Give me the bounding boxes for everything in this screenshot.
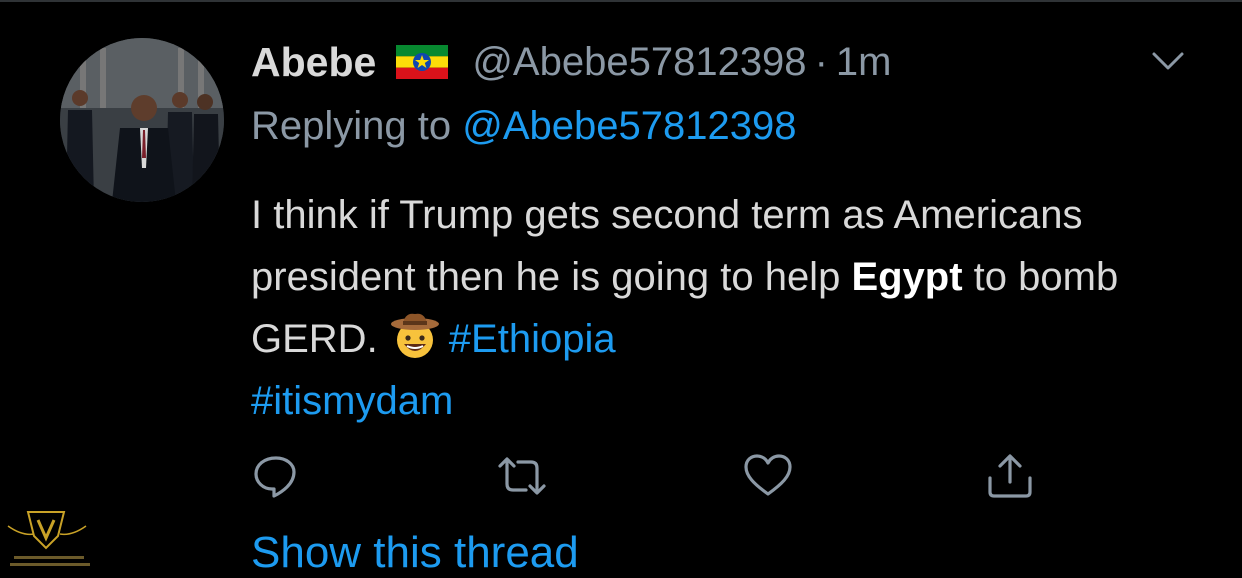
tweet-actions-bar	[0, 448, 1242, 508]
hashtag-ethiopia-link[interactable]: #Ethiopia	[449, 317, 616, 361]
replying-to-line: Replying to @Abebe57812398	[251, 104, 797, 149]
retweet-icon	[498, 457, 546, 495]
bold-word: Egypt	[851, 255, 963, 299]
reply-mention-link[interactable]: @Abebe57812398	[462, 104, 796, 148]
watermark-logo	[4, 506, 94, 570]
heart-icon	[744, 454, 792, 496]
reply-button[interactable]	[248, 448, 304, 504]
retweet-button[interactable]	[494, 448, 550, 504]
ethiopia-flag-icon	[396, 45, 449, 79]
cowboy-hat-face-emoji-icon	[389, 310, 441, 360]
replying-to-label: Replying to	[251, 104, 452, 148]
share-icon	[988, 454, 1032, 498]
avatar[interactable]	[60, 38, 224, 202]
tweet-header: Abebe @Abebe57812398 · 1m	[251, 36, 891, 88]
timestamp[interactable]: 1m	[836, 40, 892, 85]
reply-icon	[254, 456, 296, 498]
share-button[interactable]	[982, 448, 1038, 504]
like-button[interactable]	[740, 448, 796, 504]
tweet-text: I think if Trump gets second term as Ame…	[251, 184, 1191, 432]
more-options-chevron-down-icon[interactable]	[1148, 46, 1188, 78]
author-handle[interactable]: @Abebe57812398	[472, 40, 806, 85]
hashtag-itismydam-link[interactable]: #itismydam	[251, 379, 453, 423]
top-divider	[0, 0, 1242, 2]
author-name[interactable]: Abebe	[251, 39, 376, 86]
show-thread-link[interactable]: Show this thread	[251, 528, 579, 578]
separator-dot: ·	[814, 39, 828, 84]
avatar-image	[60, 38, 224, 202]
